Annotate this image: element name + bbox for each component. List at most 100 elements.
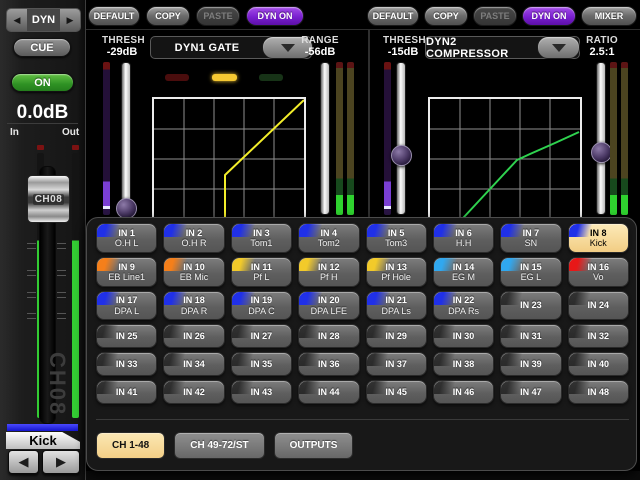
channel-name: Tom3	[385, 238, 407, 248]
channel-button-in-36[interactable]: IN 36	[298, 352, 359, 376]
channel-button-in-28[interactable]: IN 28	[298, 324, 359, 348]
channel-id: IN 27	[251, 331, 273, 341]
channel-name: DPA LFE	[311, 306, 347, 316]
channel-button-in-39[interactable]: IN 39	[500, 352, 561, 376]
channel-button-in-25[interactable]: IN 25	[96, 324, 157, 348]
nav-prev-icon[interactable]: ◀	[7, 9, 27, 31]
channel-button-in-20[interactable]: IN 20DPA LFE	[298, 291, 359, 320]
channel-button-in-24[interactable]: IN 24	[568, 291, 629, 320]
dyn2-default-button[interactable]: DEFAULT	[367, 6, 419, 26]
fader-tick	[27, 292, 36, 298]
prev-channel-button[interactable]: ◀	[8, 450, 39, 474]
channel-button-in-17[interactable]: IN 17DPA L	[96, 291, 157, 320]
dyn2-thresh-knob[interactable]	[391, 145, 412, 166]
channel-button-in-5[interactable]: IN 5Tom3	[366, 223, 427, 253]
channel-id: IN 40	[588, 359, 610, 369]
dyn2-ratio-knob[interactable]	[591, 142, 612, 163]
channel-id: IN 31	[520, 331, 542, 341]
channel-id: IN 19	[251, 295, 273, 305]
channel-button-in-27[interactable]: IN 27	[231, 324, 292, 348]
channel-id: IN 42	[183, 387, 205, 397]
dyn2-thresh-slider[interactable]	[396, 62, 406, 215]
channel-button-in-4[interactable]: IN 4Tom2	[298, 223, 359, 253]
channel-button-in-8[interactable]: IN 8Kick	[568, 223, 629, 253]
channel-button-in-23[interactable]: IN 23	[500, 291, 561, 320]
channel-button-in-9[interactable]: IN 9EB Line1	[96, 257, 157, 287]
channel-button-in-16[interactable]: IN 16Vo	[568, 257, 629, 287]
channel-id: IN 2	[186, 228, 203, 238]
channel-button-in-40[interactable]: IN 40	[568, 352, 629, 376]
nav-next-icon[interactable]: ▶	[60, 9, 80, 31]
channel-name: Tom1	[250, 238, 272, 248]
channel-button-in-31[interactable]: IN 31	[500, 324, 561, 348]
channel-button-in-19[interactable]: IN 19DPA C	[231, 291, 292, 320]
channel-button-in-2[interactable]: IN 2O.H R	[163, 223, 224, 253]
channel-button-in-14[interactable]: IN 14EG M	[433, 257, 494, 287]
channel-button-in-46[interactable]: IN 46	[433, 380, 494, 404]
channel-id: IN 23	[520, 300, 542, 310]
channel-button-in-18[interactable]: IN 18DPA R	[163, 291, 224, 320]
channel-button-in-32[interactable]: IN 32	[568, 324, 629, 348]
channel-button-in-37[interactable]: IN 37	[366, 352, 427, 376]
dyn2-gr-meter	[384, 62, 391, 215]
on-button[interactable]: ON	[11, 73, 74, 92]
channel-button-in-10[interactable]: IN 10EB Mic	[163, 257, 224, 287]
channel-id: IN 20	[318, 295, 340, 305]
dyn1-thresh-label: THRESH	[102, 35, 142, 46]
channel-button-in-43[interactable]: IN 43	[231, 380, 292, 404]
channel-name: H.H	[456, 238, 472, 248]
tab-outputs[interactable]: OUTPUTS	[274, 432, 354, 459]
tab-ch-49-72-st[interactable]: CH 49-72/ST	[174, 432, 264, 459]
channel-id: IN 37	[385, 359, 407, 369]
channel-button-in-11[interactable]: IN 11Pf L	[231, 257, 292, 287]
channel-name: DPA L	[114, 306, 139, 316]
mixer-button[interactable]: MIXER	[581, 6, 637, 26]
channel-button-in-38[interactable]: IN 38	[433, 352, 494, 376]
cue-button[interactable]: CUE	[13, 38, 71, 57]
dyn2-ratio-slider[interactable]	[596, 62, 606, 215]
channel-id: IN 26	[183, 331, 205, 341]
channel-name: DPA C	[248, 306, 274, 316]
fader-tick	[27, 270, 36, 276]
channel-button-in-15[interactable]: IN 15EG L	[500, 257, 561, 287]
dyn2-paste-button[interactable]: PASTE	[473, 6, 517, 26]
channel-button-in-29[interactable]: IN 29	[366, 324, 427, 348]
channel-button-in-48[interactable]: IN 48	[568, 380, 629, 404]
tab-ch-1-48[interactable]: CH 1-48	[96, 432, 165, 459]
out-level-meter	[72, 153, 79, 418]
dyn2-copy-button[interactable]: COPY	[424, 6, 468, 26]
channel-button-in-21[interactable]: IN 21DPA Ls	[366, 291, 427, 320]
channel-button-in-44[interactable]: IN 44	[298, 380, 359, 404]
dyn1-default-button[interactable]: DEFAULT	[88, 6, 140, 26]
dyn1-thresh-slider[interactable]	[121, 62, 131, 215]
channel-button-in-12[interactable]: IN 12Pf H	[298, 257, 359, 287]
channel-button-in-47[interactable]: IN 47	[500, 380, 561, 404]
meter-in-label: In	[10, 127, 19, 138]
dyn2-type-dropdown-arrow[interactable]	[537, 36, 580, 59]
dyn1-copy-button[interactable]: COPY	[146, 6, 190, 26]
channel-button-in-22[interactable]: IN 22DPA Rs	[433, 291, 494, 320]
channel-button-in-26[interactable]: IN 26	[163, 324, 224, 348]
dyn1-thresh-knob[interactable]	[116, 198, 137, 219]
channel-button-in-41[interactable]: IN 41	[96, 380, 157, 404]
channel-button-in-13[interactable]: IN 13Pf Hole	[366, 257, 427, 287]
fader-cap[interactable]: CH08	[27, 175, 70, 223]
channel-name-tag[interactable]: Kick	[6, 432, 80, 449]
next-channel-button[interactable]: ▶	[42, 450, 80, 474]
channel-button-in-45[interactable]: IN 45	[366, 380, 427, 404]
channel-button-in-33[interactable]: IN 33	[96, 352, 157, 376]
dyn1-paste-button[interactable]: PASTE	[196, 6, 240, 26]
channel-button-in-6[interactable]: IN 6H.H	[433, 223, 494, 253]
dyn1-range-slider[interactable]	[320, 62, 330, 215]
channel-button-in-1[interactable]: IN 1O.H L	[96, 223, 157, 253]
channel-name: Tom2	[318, 238, 340, 248]
channel-button-in-3[interactable]: IN 3Tom1	[231, 223, 292, 253]
channel-button-in-30[interactable]: IN 30	[433, 324, 494, 348]
dyn2-on-button[interactable]: DYN ON	[522, 6, 576, 26]
channel-button-in-42[interactable]: IN 42	[163, 380, 224, 404]
channel-button-in-34[interactable]: IN 34	[163, 352, 224, 376]
dyn1-on-button[interactable]: DYN ON	[246, 6, 304, 26]
channel-button-in-7[interactable]: IN 7SN	[500, 223, 561, 253]
channel-button-in-35[interactable]: IN 35	[231, 352, 292, 376]
dyn1-in-meter	[336, 62, 343, 215]
